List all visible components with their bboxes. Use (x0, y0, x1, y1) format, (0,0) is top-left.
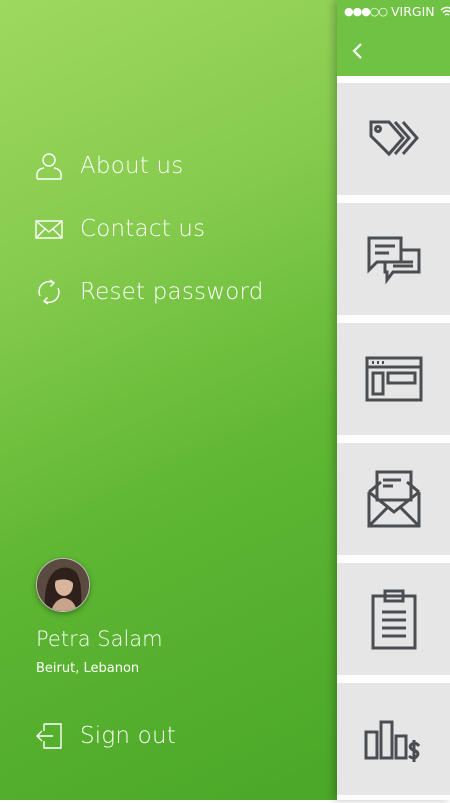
menu-item-label: About us (80, 152, 184, 179)
drawer-menu: About us Contact us Reset password (34, 134, 264, 323)
clipboard-icon (371, 589, 416, 650)
open-envelope-icon (367, 470, 420, 528)
profile-avatar-wrap (36, 558, 90, 612)
sign-out-button[interactable]: Sign out (34, 704, 176, 767)
tile-tags[interactable] (337, 83, 450, 195)
tile-layout[interactable] (337, 323, 450, 435)
menu-item-label: Reset password (80, 278, 264, 305)
signal-indicator: ●●●○○ (344, 5, 388, 18)
layout-icon (365, 356, 422, 402)
tags-icon (369, 120, 419, 157)
user-icon (34, 151, 64, 181)
top-bar: ●●●○○ VIRGIN (337, 0, 450, 76)
profile-location: Beirut, Lebanon (36, 661, 140, 676)
carrier-name: VIRGIN (391, 4, 435, 19)
side-drawer: About us Contact us Reset password Petra… (0, 0, 337, 800)
menu-item-about[interactable]: About us (34, 134, 264, 197)
envelope-icon (34, 214, 64, 244)
sign-out-icon (34, 721, 64, 751)
profile-name: Petra Salam (36, 627, 163, 651)
category-tiles (337, 83, 450, 803)
tile-mail[interactable] (337, 443, 450, 555)
tile-chat[interactable] (337, 203, 450, 315)
sign-out-label: Sign out (80, 722, 176, 749)
main-panel: ●●●○○ VIRGIN (337, 0, 450, 800)
chart-dollar-icon (364, 720, 420, 762)
wifi-icon (440, 6, 450, 16)
avatar[interactable] (36, 558, 90, 612)
chat-icon (367, 236, 420, 285)
back-button[interactable] (349, 38, 367, 64)
menu-item-label: Contact us (80, 215, 206, 242)
menu-item-reset-password[interactable]: Reset password (34, 260, 264, 323)
tile-finance[interactable] (337, 683, 450, 795)
menu-item-contact[interactable]: Contact us (34, 197, 264, 260)
status-bar: ●●●○○ VIRGIN (344, 4, 450, 19)
chevron-left-icon (352, 43, 362, 59)
tile-clipboard[interactable] (337, 563, 450, 675)
refresh-icon (34, 277, 64, 307)
